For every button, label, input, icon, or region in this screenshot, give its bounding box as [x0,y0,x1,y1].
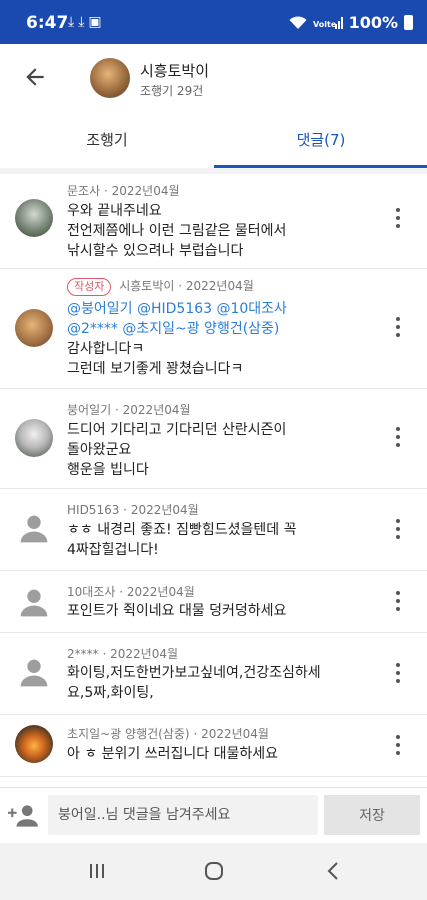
profile-avatar[interactable] [90,58,130,98]
status-bar: 6:47 ⤓⤓▣ Volte 100% [0,0,427,44]
more-options-icon[interactable] [395,208,401,230]
comment-item: 10대조사 · 2022년04월 포인트가 쥑이네요 대물 덩커덩하세요 [0,571,427,633]
comment-author: 10대조사 [67,585,116,599]
tab-posts[interactable]: 조행기 [0,112,214,168]
more-options-icon[interactable] [395,735,401,757]
back-arrow-icon[interactable] [22,64,48,90]
comment-meta: 초지일~광 양행건(삼중) · 2022년04월 [67,727,269,741]
comment-date: 2022년04월 [201,727,269,741]
signal-icon: Volte [313,16,343,29]
comment-item: 2**** · 2022년04월 화이팅,저도한번가보고싶네여,건강조심하세 요,… [0,633,427,715]
comment-item: HID5163 · 2022년04월 ㅎㅎ 내경리 좋죠! 짐빵힘드셨을텐데 꼭… [0,489,427,571]
download-icon: ⤓ [78,14,89,30]
comment-meta: 10대조사 · 2022년04월 [67,585,195,599]
comment-date: 2022년04월 [110,647,179,661]
back-icon[interactable] [321,859,347,883]
add-user-icon[interactable] [8,802,40,830]
comment-date: 2022년04월 [122,403,191,417]
more-options-icon[interactable] [395,427,401,449]
comment-mentions[interactable]: @2**** @초지일~광 양행건(삼중) [67,319,367,339]
comment-item: 작성자 시흥토박이 · 2022년04월 @붕어일기 @HID5163 @10대… [0,269,427,389]
comment-text: ㅎㅎ 내경리 좋죠! 짐빵힘드셨을텐데 꼭 4짜잡힐겁니다! [67,522,297,558]
comment-text: 우와 끝내주네요 전언제쯤에나 이런 그림같은 물터에서 낚시할수 있으려나 부럽습… [67,203,287,259]
image-icon: ▣ [88,14,106,30]
download-icon: ⤓ [68,14,79,30]
comment-author: 붕어일기 [67,403,112,417]
comment-text: 화이팅,저도한번가보고싶네여,건강조심하세 요,5짜,화이팅, [67,665,321,701]
more-options-icon[interactable] [395,591,401,613]
system-nav-bar [0,843,427,900]
default-avatar-icon[interactable] [18,587,50,619]
comment-item: 문조사 · 2022년04월 우와 끝내주네요 전언제쯤에나 이런 그림같은 물터… [0,174,427,269]
default-avatar-icon[interactable] [18,513,50,545]
comment-meta: 문조사 · 2022년04월 [67,184,180,198]
battery-percent: 100% [348,13,398,32]
comment-date: 2022년04월 [130,503,199,517]
avatar[interactable] [15,309,53,347]
comment-text: @붕어일기 @HID5163 @10대조사 @2**** @초지일~광 양행건(… [67,299,367,379]
status-time: 6:47 [26,13,69,33]
avatar[interactable] [15,199,53,237]
comment-input[interactable]: 붕어일..님 댓글을 남겨주세요 [48,795,318,835]
comment-author: 초지일~광 양행건(삼중) [67,727,190,741]
comment-author: 2**** [67,647,99,661]
comment-author: 문조사 [67,184,101,198]
comment-item: 붕어일기 · 2022년04월 드디어 기다리고 기다리던 산란시즌이 돌아왔군요… [0,389,427,489]
comment-date: 2022년04월 [111,184,180,198]
notification-icons: ⤓⤓▣ [68,14,106,30]
comment-author: 시흥토박이 [119,279,175,293]
home-icon[interactable] [201,859,227,883]
default-avatar-icon[interactable] [18,657,50,689]
svg-text:Volte: Volte [313,20,337,29]
battery-icon [404,15,413,30]
comment-text: 아 ㅎ 분위기 쓰러집니다 대물하세요 [67,746,278,762]
author-badge: 작성자 [67,278,112,296]
comment-input-bar: 붕어일..님 댓글을 남겨주세요 저장 [0,787,427,843]
profile-name: 시흥토박이 [140,62,210,80]
tab-bar: 조행기 댓글(7) [0,112,427,168]
comment-item: 초지일~광 양행건(삼중) · 2022년04월 아 ㅎ 분위기 쓰러집니다 대… [0,715,427,777]
app-header: 시흥토박이 조행기 29건 [0,44,427,112]
more-options-icon[interactable] [395,663,401,685]
recent-apps-icon[interactable] [84,859,110,883]
comment-mentions[interactable]: @붕어일기 @HID5163 @10대조사 [67,299,367,319]
comment-meta: 작성자 시흥토박이 · 2022년04월 [67,277,254,296]
save-button[interactable]: 저장 [324,795,420,835]
status-right: Volte 100% [289,13,413,32]
avatar[interactable] [15,419,53,457]
more-options-icon[interactable] [395,317,401,339]
comment-date: 2022년04월 [185,279,254,293]
comment-text: 드디어 기다리고 기다리던 산란시즌이 돌아왔군요 행운을 빕니다 [67,422,287,478]
comment-meta: HID5163 · 2022년04월 [67,503,199,517]
avatar[interactable] [15,725,53,763]
comment-author: HID5163 [67,503,120,517]
comment-meta: 붕어일기 · 2022년04월 [67,403,191,417]
more-options-icon[interactable] [395,519,401,541]
wifi-icon [289,15,307,29]
comment-meta: 2**** · 2022년04월 [67,647,179,661]
profile-post-count: 조행기 29건 [140,84,204,98]
tab-comments[interactable]: 댓글(7) [214,112,427,168]
comment-text: 포인트가 쥑이네요 대물 덩커덩하세요 [67,603,287,619]
comment-date: 2022년04월 [126,585,195,599]
